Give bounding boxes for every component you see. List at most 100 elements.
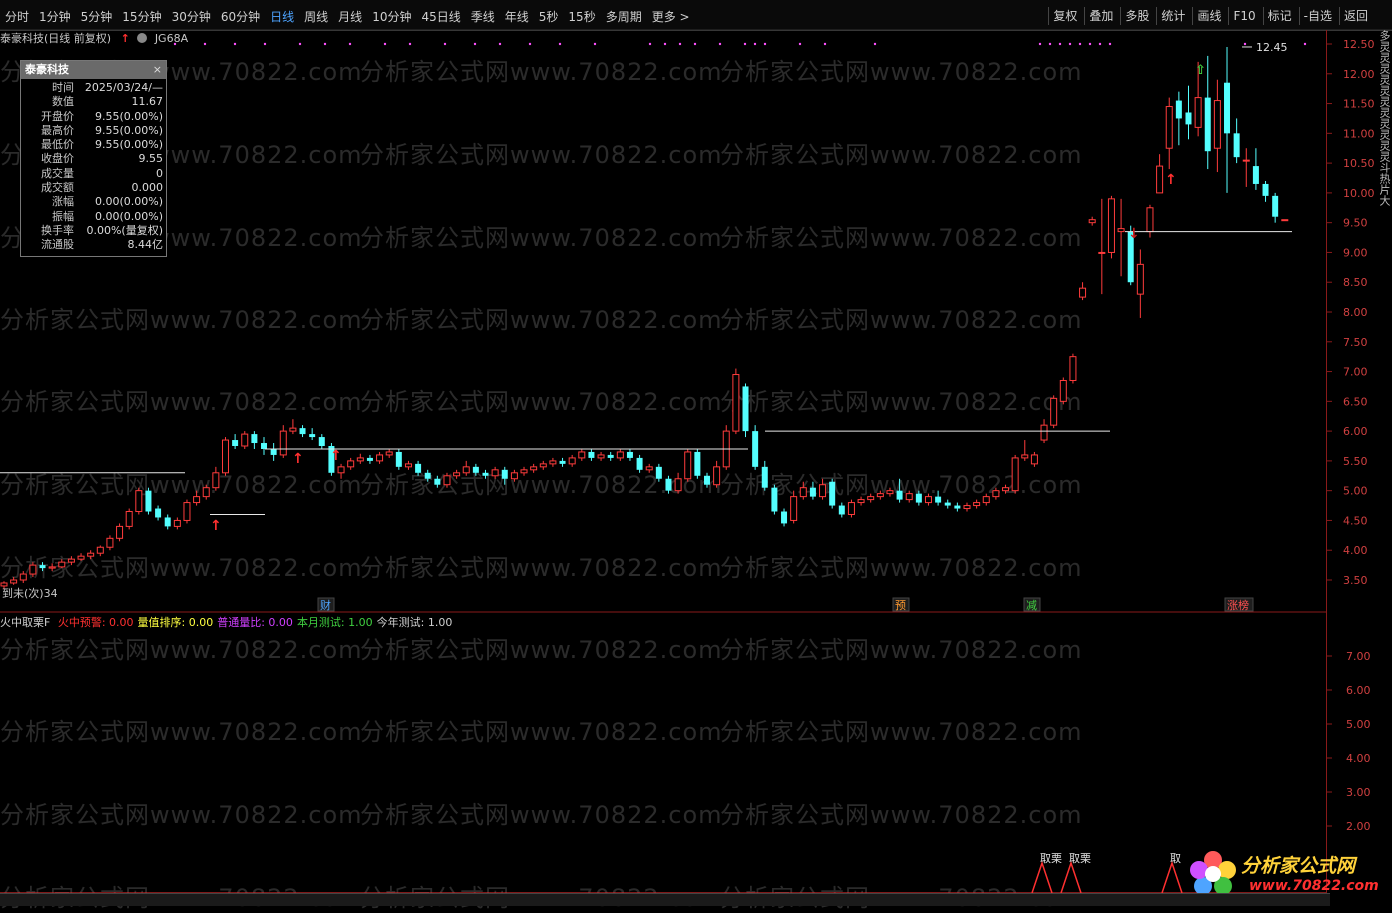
info-label: 涨幅 bbox=[52, 195, 74, 209]
candle-body bbox=[145, 490, 152, 512]
info-row: 收盘价 9.55 bbox=[21, 152, 166, 166]
candle-body bbox=[183, 502, 191, 521]
info-panel[interactable]: 泰豪科技 × 时间 2025/03/24/— 数值 11.67 开盘价 9.55(0.00… bbox=[20, 60, 167, 257]
candle-body bbox=[559, 460, 566, 464]
candle-body bbox=[510, 472, 518, 480]
candle-body bbox=[289, 427, 297, 432]
info-label: 振幅 bbox=[52, 209, 74, 223]
info-row: 最高价 9.55(0.00%) bbox=[21, 124, 166, 138]
candle-body bbox=[155, 508, 162, 518]
candle-body bbox=[10, 579, 18, 584]
candle-body bbox=[1242, 159, 1250, 162]
close-icon[interactable]: × bbox=[153, 61, 162, 79]
indicator-item-2: 普通量比: 0.00 bbox=[217, 616, 293, 629]
signal-dot bbox=[203, 42, 207, 46]
signal-dot bbox=[718, 42, 722, 46]
info-value: 0.00(0.00%) bbox=[94, 209, 163, 223]
high-marker-label: 12.45 bbox=[1256, 41, 1288, 54]
candle-body bbox=[732, 374, 740, 432]
signal-dot bbox=[1303, 42, 1307, 46]
signal-dot bbox=[298, 42, 302, 46]
info-row: 最低价 9.55(0.00%) bbox=[21, 138, 166, 152]
brand-url: www.70822.com bbox=[1249, 878, 1379, 894]
signal-dot bbox=[528, 42, 532, 46]
price-tick-label: 5.00 bbox=[1343, 485, 1368, 498]
info-panel-header: 泰豪科技 × bbox=[21, 61, 166, 79]
candle-body bbox=[790, 496, 798, 521]
candle-body bbox=[1088, 219, 1096, 224]
event-tag-label: 预 bbox=[895, 599, 906, 612]
green-up-arrow-icon: ⇧ bbox=[1195, 63, 1206, 78]
signal-dot bbox=[1038, 42, 1042, 46]
up-arrow-icon: ↑ bbox=[292, 451, 304, 467]
candle-body bbox=[549, 460, 557, 465]
candle-body bbox=[1185, 112, 1192, 125]
candle-body bbox=[982, 496, 990, 504]
signal-dot bbox=[383, 42, 387, 46]
price-tick-label: 7.50 bbox=[1343, 336, 1368, 349]
candle-body bbox=[655, 466, 662, 479]
indicator-name[interactable]: 火中取栗F bbox=[0, 616, 50, 629]
candle-body bbox=[501, 469, 508, 479]
candle-body bbox=[963, 505, 971, 510]
price-tick-label: 3.50 bbox=[1343, 574, 1368, 587]
price-tick-label: 12.00 bbox=[1343, 68, 1375, 81]
candle-body bbox=[19, 573, 27, 581]
candle-body bbox=[1175, 100, 1182, 119]
candle-body bbox=[193, 496, 201, 504]
candle-body bbox=[597, 454, 605, 459]
signal-dot bbox=[1108, 42, 1112, 46]
bottom-scrollbar[interactable] bbox=[0, 893, 1330, 906]
candle-body bbox=[164, 517, 171, 527]
info-row: 振幅 0.00(0.00%) bbox=[21, 210, 166, 224]
candle-body bbox=[1165, 106, 1173, 149]
price-tick-label: 9.00 bbox=[1343, 246, 1368, 259]
signal-dot bbox=[678, 42, 682, 46]
signal-dot bbox=[1078, 42, 1082, 46]
candle-body bbox=[106, 537, 114, 548]
info-row: 成交量 0 bbox=[21, 167, 166, 181]
candle-body bbox=[347, 460, 355, 468]
candle-body bbox=[674, 478, 682, 492]
info-value: 9.55(0.00%) bbox=[94, 138, 163, 152]
info-table: 时间 2025/03/24/— 数值 11.67 开盘价 9.55(0.00%) 最高价 9.… bbox=[21, 81, 166, 253]
price-tick-label: 5.50 bbox=[1343, 455, 1368, 468]
candle-body bbox=[886, 490, 894, 495]
indicator-spike bbox=[1031, 860, 1053, 894]
info-row: 成交额 0.000 bbox=[21, 181, 166, 195]
signal-label: 取栗 bbox=[1040, 852, 1062, 865]
price-tick-label: 11.50 bbox=[1343, 98, 1375, 111]
candle-body bbox=[309, 434, 316, 438]
candle-body bbox=[415, 463, 422, 473]
signal-dot bbox=[1068, 42, 1072, 46]
signal-dot bbox=[1058, 42, 1062, 46]
candlestick-chart[interactable]: 12.50 12.00 11.50 11.00 10.50 10.00 9.50 9.00 8.… bbox=[0, 0, 1392, 905]
indicator-row: 火中取栗F 火中预警: 0.00 量值排序: 0.00 普通量比: 0.00 本月测试… bbox=[0, 614, 460, 630]
signal-dot bbox=[763, 42, 767, 46]
candle-body bbox=[819, 484, 827, 498]
signal-dot bbox=[648, 42, 652, 46]
candle-body bbox=[385, 451, 393, 456]
candle-body bbox=[896, 490, 903, 500]
candle-body bbox=[935, 496, 942, 503]
candle-body bbox=[973, 502, 981, 507]
candle-body bbox=[77, 555, 85, 560]
candle-body bbox=[135, 490, 143, 513]
candle-body bbox=[356, 457, 364, 462]
candle-body bbox=[703, 475, 710, 485]
candle-body bbox=[462, 466, 470, 474]
candle-body bbox=[1098, 251, 1106, 254]
info-label: 数值 bbox=[52, 95, 74, 109]
info-row: 涨幅 0.00(0.00%) bbox=[21, 195, 166, 209]
candle-body bbox=[241, 433, 249, 447]
signal-dot bbox=[498, 42, 502, 46]
candle-body bbox=[684, 451, 692, 480]
signal-dot bbox=[753, 42, 757, 46]
price-tick-label: 9.50 bbox=[1343, 217, 1368, 230]
candle-body bbox=[1156, 165, 1164, 194]
info-value: 0.000 bbox=[131, 181, 164, 195]
candle-body bbox=[279, 430, 287, 456]
candle-body bbox=[954, 505, 961, 509]
candle-body bbox=[202, 487, 210, 498]
candle-body bbox=[0, 582, 8, 587]
